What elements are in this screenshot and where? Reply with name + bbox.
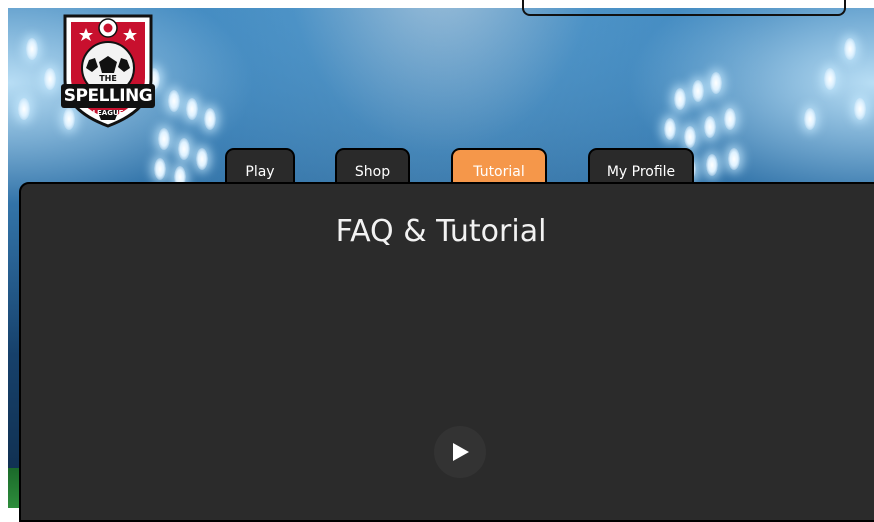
tab-play[interactable]: Play (225, 148, 295, 186)
tab-shop-label: Shop (354, 164, 391, 180)
logo-text-sub: LEAGUE (92, 109, 124, 117)
tab-my-profile-label: My Profile (606, 164, 676, 180)
logo-text-main: SPELLING (63, 86, 153, 106)
tab-tutorial-label: Tutorial (473, 164, 525, 180)
video-play-button[interactable] (434, 426, 486, 478)
logo-text-top: THE (99, 74, 117, 83)
play-icon (453, 443, 469, 461)
top-overlay-box (522, 0, 846, 16)
spelling-league-logo[interactable]: THE SPELLING LEAGUE (57, 10, 159, 128)
tab-tutorial[interactable]: Tutorial (451, 148, 547, 186)
tab-play-label: Play (245, 164, 275, 180)
page-title: FAQ & Tutorial (335, 214, 547, 249)
tab-shop[interactable]: Shop (335, 148, 410, 186)
tab-my-profile[interactable]: My Profile (588, 148, 694, 186)
